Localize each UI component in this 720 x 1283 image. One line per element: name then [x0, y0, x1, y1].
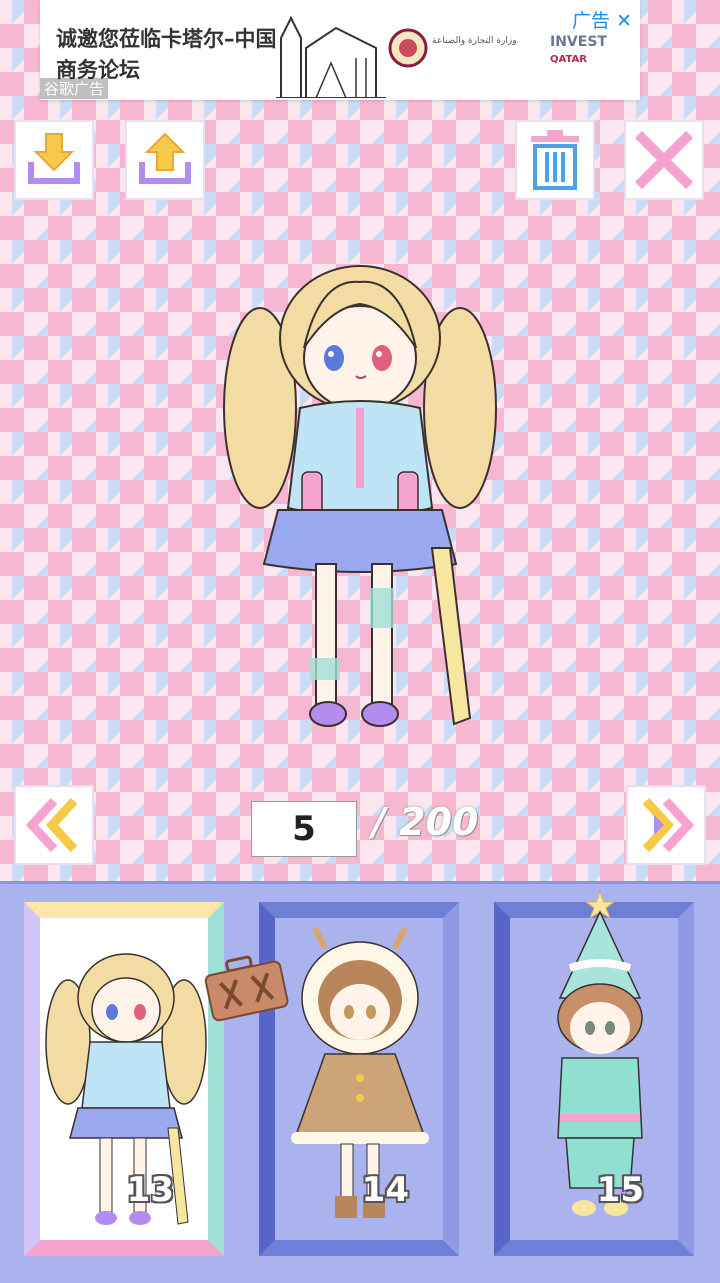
outfit-card-15[interactable]: 15 [494, 890, 694, 1256]
download-icon [28, 133, 80, 184]
suitcase-icon [204, 955, 289, 1022]
page-total: / 200 [372, 800, 479, 844]
ad-tag: 广告 [572, 10, 611, 32]
character-preview[interactable] [220, 258, 500, 738]
upload-button[interactable] [125, 120, 205, 200]
close-icon: ✕ [616, 10, 632, 32]
close-icon [634, 130, 694, 190]
card-number: 13 [126, 1170, 174, 1210]
ad-headline[interactable]: 诚邀您莅临卡塔尔–中国商务论坛 [56, 24, 286, 86]
ad-banner[interactable]: 诚邀您莅临卡塔尔–中国商务论坛 谷歌广告 وزارة التجارة والصن… [40, 0, 640, 100]
ad-brand: INVEST QATAR [550, 34, 607, 66]
ad-label: 谷歌广告 [40, 78, 109, 99]
card-number: 14 [361, 1170, 409, 1210]
double-chevron-left-icon [25, 797, 78, 853]
ministry-seal-icon [388, 28, 428, 68]
ad-brand-name: INVEST [550, 34, 607, 50]
ad-brand-sub: QATAR [550, 54, 587, 65]
upload-icon [139, 132, 191, 184]
building-illustration [276, 15, 386, 98]
ad-ministry-text: وزارة التجارة والصناعة [432, 36, 517, 46]
trash-icon [531, 130, 579, 190]
prev-page-button[interactable] [14, 785, 94, 865]
next-page-button[interactable] [626, 785, 706, 865]
close-button[interactable] [624, 120, 704, 200]
outfit-card-13[interactable]: 13 [24, 902, 224, 1256]
delete-button[interactable] [515, 120, 595, 200]
ad-close-button[interactable]: 广告 ✕ [572, 6, 632, 33]
double-chevron-right-icon [642, 797, 695, 853]
download-button[interactable] [14, 120, 94, 200]
card-number: 15 [596, 1170, 644, 1210]
page-number-field[interactable]: 5 [251, 801, 357, 857]
outfit-thumbnail [291, 928, 429, 1218]
